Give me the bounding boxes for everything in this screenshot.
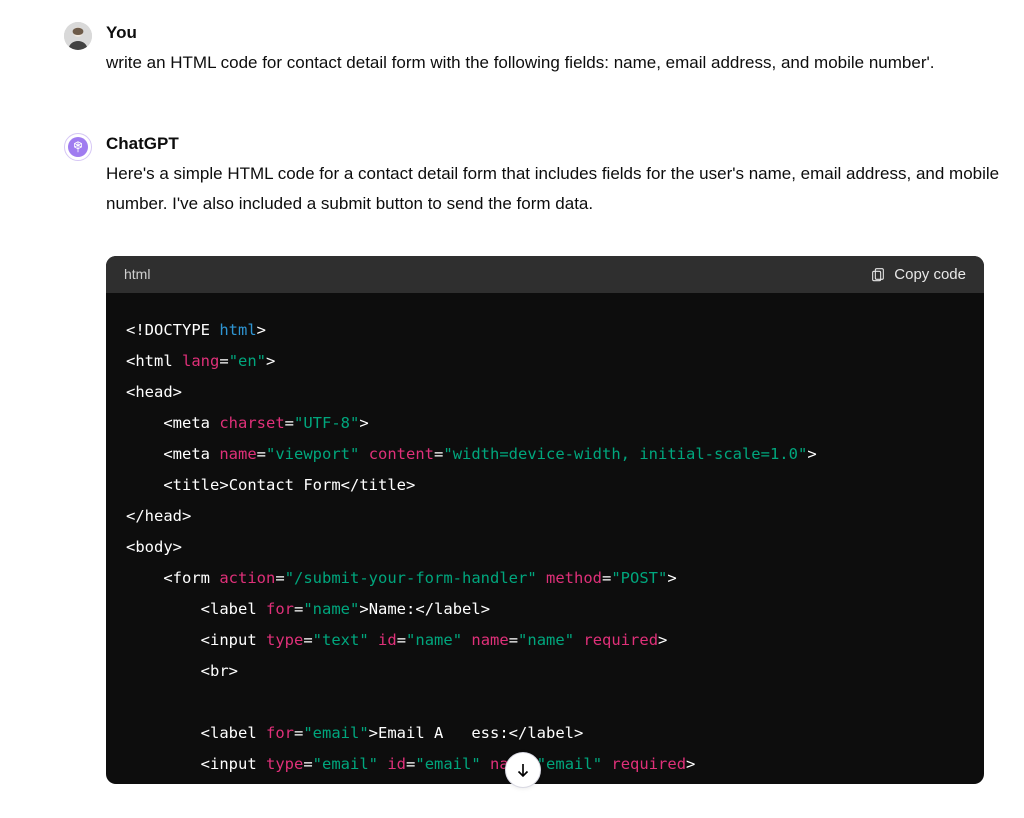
code-language-label: html xyxy=(124,266,150,282)
arrow-down-icon xyxy=(514,761,532,779)
openai-logo-icon xyxy=(68,137,88,157)
code-content[interactable]: <!DOCTYPE html> <html lang="en"> <head> … xyxy=(106,293,984,784)
code-block: html Copy code <!DOCTYPE html> <html lan… xyxy=(106,256,984,784)
assistant-avatar xyxy=(64,133,92,161)
copy-code-button[interactable]: Copy code xyxy=(870,266,966,283)
assistant-text: Here's a simple HTML code for a contact … xyxy=(106,159,1004,217)
user-message: You write an HTML code for contact detai… xyxy=(0,0,1004,77)
user-avatar xyxy=(64,22,92,50)
user-text: write an HTML code for contact detail fo… xyxy=(106,48,1004,77)
assistant-message: ChatGPT Here's a simple HTML code for a … xyxy=(0,77,1004,784)
user-author-label: You xyxy=(106,22,1004,44)
clipboard-icon xyxy=(870,266,886,282)
code-header: html Copy code xyxy=(106,256,984,293)
scroll-to-bottom-button[interactable] xyxy=(505,752,541,788)
copy-code-label: Copy code xyxy=(894,266,966,283)
assistant-author-label: ChatGPT xyxy=(106,133,1004,155)
